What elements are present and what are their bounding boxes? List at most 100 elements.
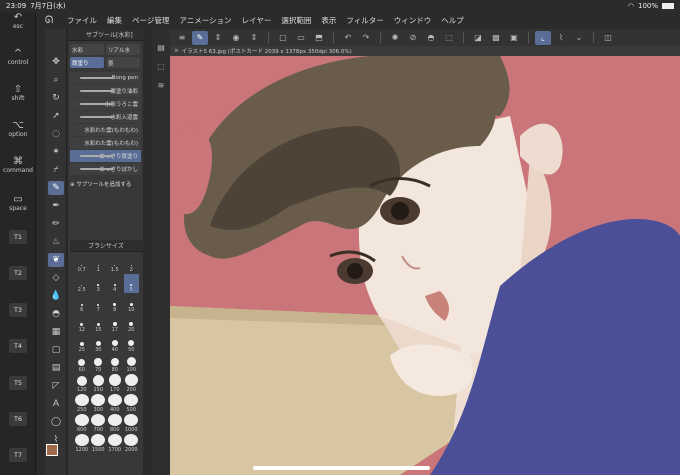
brush-size-option[interactable]: 2.5 [74, 274, 90, 293]
t5-key[interactable]: T5 [9, 376, 27, 390]
add-subtool-button[interactable]: ⊕ サブツールを追加する [68, 176, 143, 192]
menu-layer[interactable]: レイヤー [237, 15, 277, 26]
brush-size-option[interactable]: 1.5 [107, 254, 123, 273]
gradient-tool-icon[interactable]: ▦ [48, 325, 64, 339]
watercolor-tool-icon[interactable]: ❦ [48, 253, 64, 267]
t2-key[interactable]: T2 [9, 266, 27, 280]
figure-tool-icon[interactable]: ▢ [48, 343, 64, 357]
brush-size-option[interactable]: 60 [74, 354, 90, 373]
brush-size-option[interactable]: 6 [74, 294, 90, 313]
pencil-tool-icon[interactable]: ✏ [48, 217, 64, 231]
ruler-tool-icon[interactable]: ◸ [48, 379, 64, 393]
brush-size-option[interactable]: 1200 [74, 434, 90, 453]
space-key[interactable]: ▭ space [0, 194, 36, 212]
brush-size-option[interactable]: 2 [124, 254, 140, 273]
save-icon[interactable]: ⬒ [311, 31, 327, 45]
airbrush-icon[interactable]: ♨ [48, 235, 64, 249]
control-key[interactable]: ^ control [0, 48, 36, 66]
rotate-tool-icon[interactable]: ↻ [48, 91, 64, 105]
subtool-tab-ink[interactable]: 墨 [106, 57, 140, 68]
fill-tool-icon[interactable]: ◓ [48, 307, 64, 321]
deselect-icon[interactable]: ◪ [470, 31, 486, 45]
menu-view[interactable]: 表示 [316, 15, 341, 26]
lasso-tool-icon[interactable]: ◌ [48, 127, 64, 141]
brush-size-option[interactable]: 80 [107, 354, 123, 373]
text-tool-icon[interactable]: A [48, 397, 64, 411]
subtool-tab-real-water[interactable]: リアル水 [106, 44, 140, 55]
brush-size-option[interactable]: 8 [107, 294, 123, 313]
menu-animation[interactable]: アニメーション [174, 15, 236, 26]
view-icon[interactable]: ◉ [228, 31, 244, 45]
document-tab[interactable]: × イラスト5 63.jpg (ポストカード 2039 x 1378px 350… [170, 46, 680, 56]
stabilize-icon[interactable]: ⌞ [535, 30, 551, 45]
option-key[interactable]: ⌥ option [0, 120, 36, 138]
blend-tool-icon[interactable]: 💧 [48, 289, 64, 303]
menu-edit[interactable]: 編集 [102, 15, 127, 26]
menu-help[interactable]: ヘルプ [436, 15, 469, 26]
brush-size-option[interactable]: 1700 [107, 434, 123, 453]
brush-size-option[interactable]: 0.7 [74, 254, 90, 273]
brush-size-option[interactable]: 15 [91, 314, 107, 333]
new-file-icon[interactable]: ▢ [275, 31, 291, 45]
brush-size-option[interactable]: 800 [107, 414, 123, 433]
app-logo-icon[interactable]: ᘏ [36, 15, 62, 26]
menu-selection[interactable]: 選択範囲 [276, 15, 316, 26]
t4-key[interactable]: T4 [9, 339, 27, 353]
zoom-tool-icon[interactable]: ⌕ [48, 73, 64, 87]
layers-icon[interactable]: ▤ [152, 43, 170, 52]
brush-size-option[interactable]: 70 [91, 354, 107, 373]
brush-size-option[interactable]: 40 [107, 334, 123, 353]
brush-item[interactable]: あっさり厚塗り [70, 150, 141, 162]
brush-size-option[interactable]: 50 [124, 334, 140, 353]
close-icon[interactable]: × [174, 48, 179, 54]
ruler-icon[interactable]: ⌄ [571, 31, 587, 45]
brush-size-option[interactable]: 1500 [91, 434, 107, 453]
brush-size-option[interactable]: 700 [91, 414, 107, 433]
menu-filter[interactable]: フィルター [341, 15, 388, 26]
brush-size-option[interactable]: 2000 [124, 434, 140, 453]
brush-item[interactable]: 水彩うろこ雲 [70, 98, 141, 110]
brush-item[interactable]: Bong pen [70, 72, 141, 84]
brush-size-option[interactable]: 20 [124, 314, 140, 333]
main-color-swatch[interactable] [46, 444, 58, 456]
brush-size-option[interactable]: 1 [91, 254, 107, 273]
brush-item[interactable]: 水彩わた雲(もわもわ) [70, 124, 141, 136]
brush-size-option[interactable]: 500 [124, 394, 140, 413]
brush-item[interactable]: あっさりぼかし [70, 163, 141, 175]
t6-key[interactable]: T6 [9, 412, 27, 426]
subtool-tab-watercolor[interactable]: 水彩 [70, 44, 104, 55]
select-icon[interactable]: ▣ [506, 31, 522, 45]
quick-access-icon[interactable]: ◫ [600, 31, 616, 45]
brush-size-option[interactable]: 5 [123, 274, 139, 293]
brush-size-option[interactable]: 25 [74, 334, 90, 353]
menu-page[interactable]: ページ管理 [127, 15, 174, 26]
brush-size-option[interactable]: 250 [74, 394, 90, 413]
canvas[interactable] [170, 56, 680, 475]
clear-icon[interactable]: ⊘ [405, 31, 421, 45]
move-tool-icon[interactable]: ✥ [48, 55, 64, 69]
menu-icon[interactable]: ≡ [174, 31, 190, 45]
object-tool-icon[interactable]: ➚ [48, 109, 64, 123]
transform-icon[interactable]: ⬚ [441, 31, 457, 45]
subtool-tab-thick[interactable]: 厚塗り [70, 57, 104, 68]
menu-window[interactable]: ウィンドウ [389, 15, 437, 26]
brush-item[interactable]: 水彩わた雲(もわもわ) [70, 137, 141, 149]
esc-key[interactable]: ↶ esc [0, 12, 36, 30]
balloon-tool-icon[interactable]: ◯ [48, 415, 64, 429]
brush-size-option[interactable]: 7 [91, 294, 107, 313]
brush-item[interactable]: 厚塗り油彩 [70, 85, 141, 97]
brush-size-option[interactable]: 600 [74, 414, 90, 433]
brush-size-option[interactable]: 12 [74, 314, 90, 333]
brush-size-option[interactable]: 17 [107, 314, 123, 333]
magic-wand-icon[interactable]: ✶ [48, 145, 64, 159]
brush-item[interactable]: 水彩入道雲 [70, 111, 141, 123]
frame-tool-icon[interactable]: ▤ [48, 361, 64, 375]
eyedropper-icon[interactable]: ⌿ [48, 163, 64, 177]
pen-mode-icon[interactable]: ✎ [192, 30, 208, 45]
undo-icon[interactable]: ↶ [340, 31, 356, 45]
stack-icon[interactable]: ≋ [152, 81, 170, 90]
brush-settings-icon[interactable]: ⌇ [553, 31, 569, 45]
material-icon[interactable]: ⬚ [152, 62, 170, 71]
t1-key[interactable]: T1 [9, 230, 27, 244]
brush-size-option[interactable]: 3 [91, 274, 107, 293]
